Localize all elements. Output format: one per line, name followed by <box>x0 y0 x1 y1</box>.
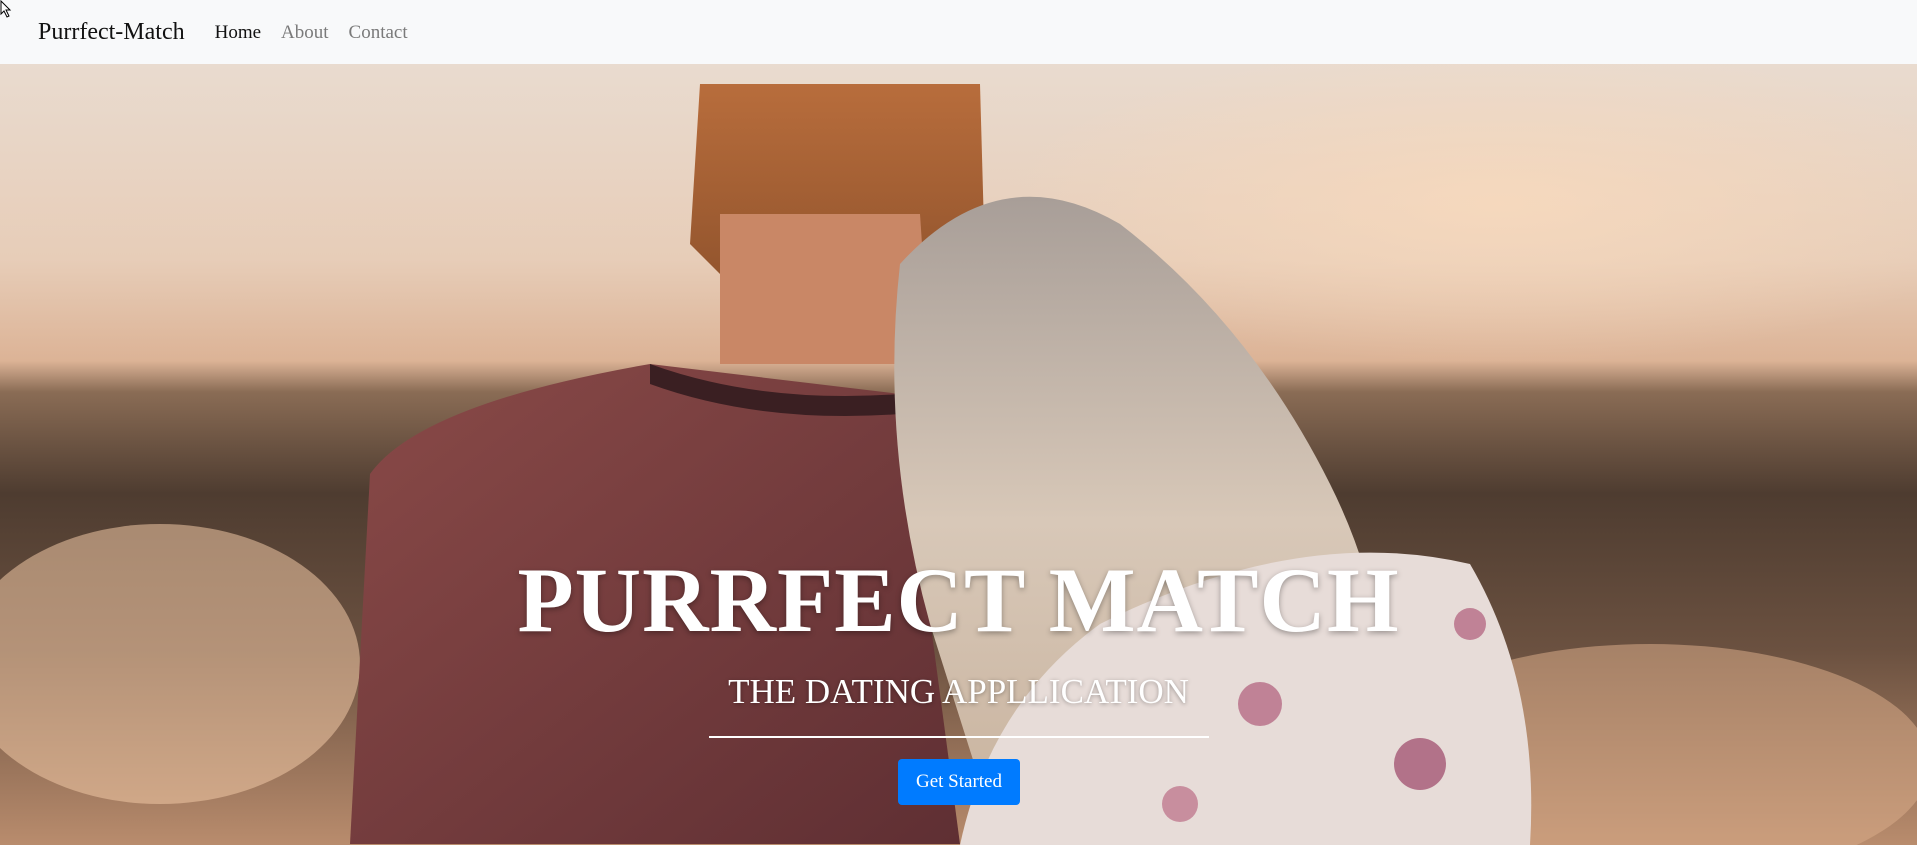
nav-about-link[interactable]: About <box>281 23 329 42</box>
hero-title: PURRFECT MATCH <box>517 549 1400 651</box>
hero-subtitle: THE DATING APPLLICATION <box>728 672 1189 711</box>
top-navbar: Purrfect-Match Home About Contact <box>0 0 1917 64</box>
nav-home-link[interactable]: Home <box>215 23 261 42</box>
get-started-button[interactable]: Get Started <box>898 759 1020 805</box>
hero-divider <box>709 736 1209 738</box>
hero-section: PURRFECT MATCH THE DATING APPLLICATION G… <box>0 64 1917 845</box>
brand-logo-link[interactable]: Purrfect-Match <box>38 20 185 44</box>
nav-contact-link[interactable]: Contact <box>349 23 408 42</box>
hero-background-image <box>0 64 1917 845</box>
mouse-cursor-icon <box>0 0 12 18</box>
